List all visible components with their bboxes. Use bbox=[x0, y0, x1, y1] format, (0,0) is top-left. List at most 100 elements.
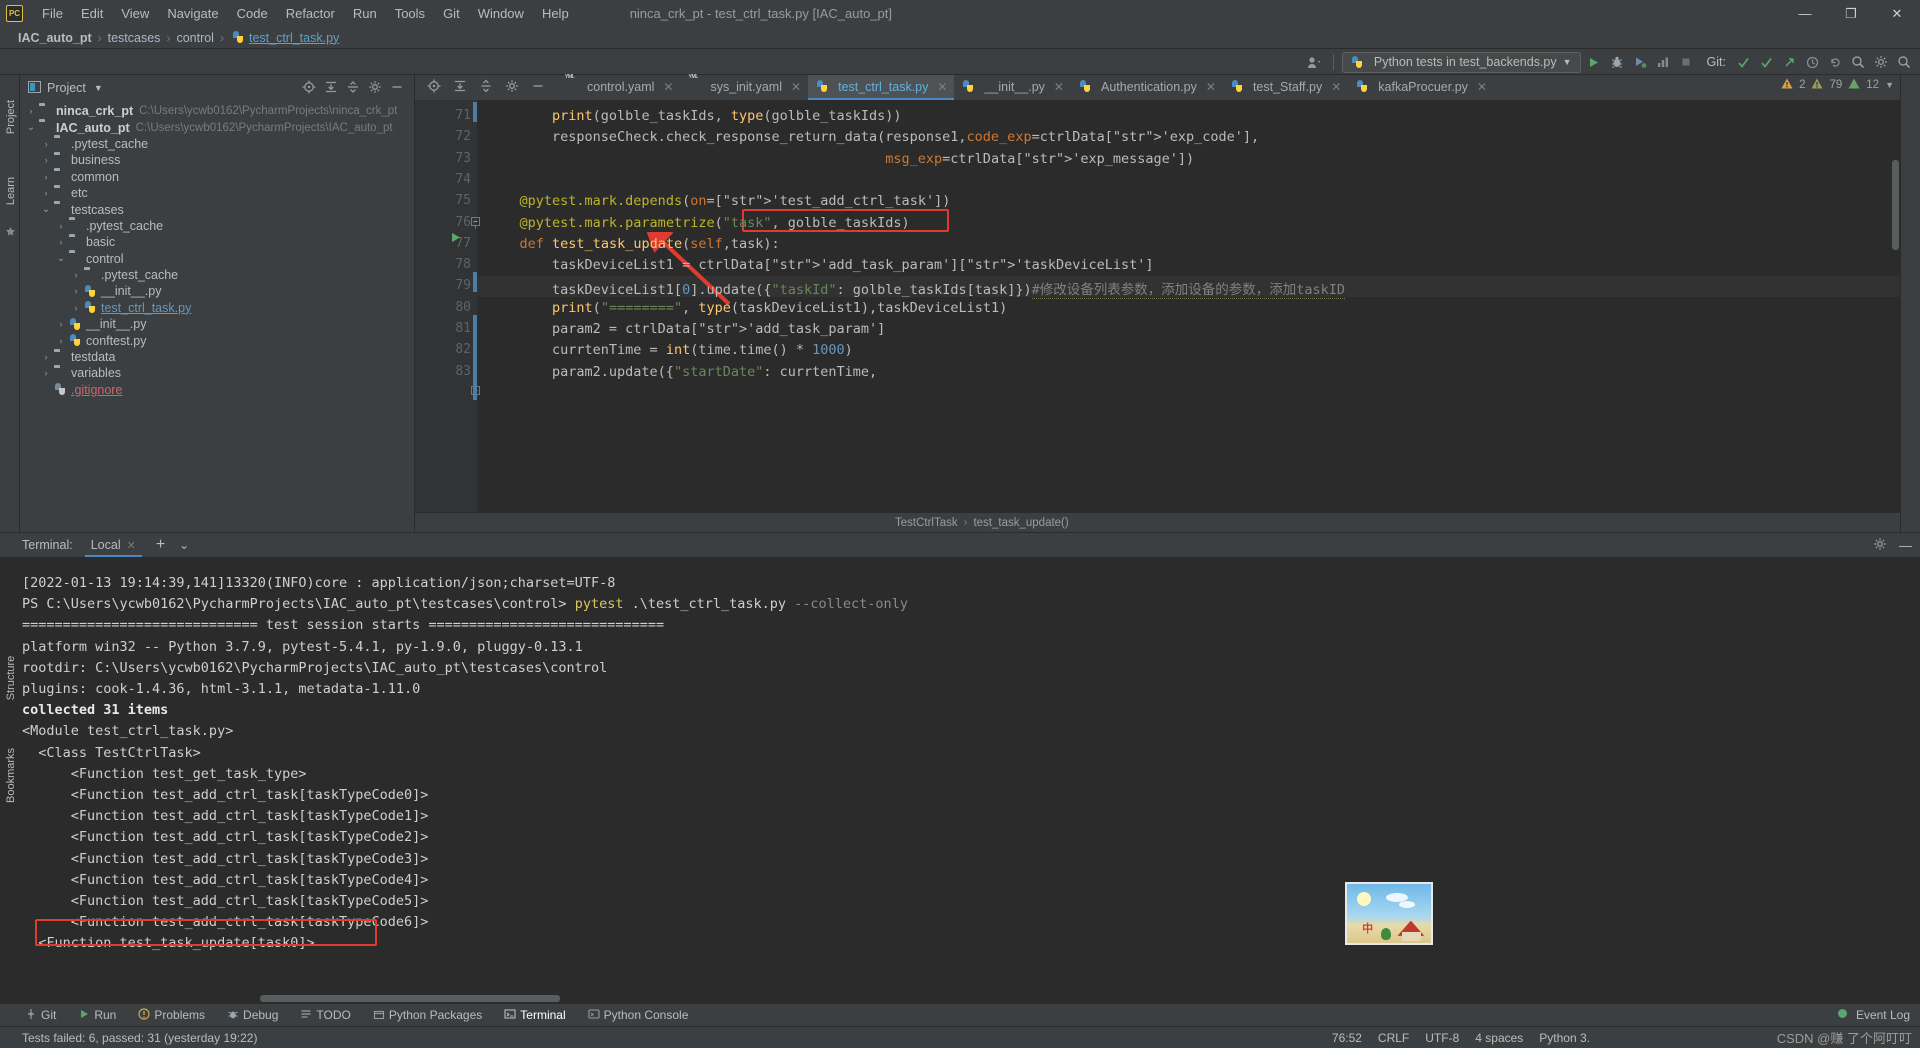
menu-item-view[interactable]: View bbox=[112, 3, 158, 24]
event-log-group[interactable]: Event Log bbox=[1837, 1008, 1910, 1022]
chevron-down-icon[interactable]: ⌄ bbox=[26, 122, 36, 133]
close-icon[interactable]: ✕ bbox=[1331, 80, 1341, 94]
close-icon[interactable]: ✕ bbox=[1054, 80, 1064, 94]
tree-item[interactable]: › testdata bbox=[20, 349, 414, 365]
inspection-widget[interactable]: 2 79 12 ▼ bbox=[1781, 78, 1894, 92]
search-icon[interactable] bbox=[1894, 52, 1914, 72]
editor-tab-authentication-py[interactable]: Authentication.py ✕ bbox=[1071, 75, 1223, 100]
chevron-down-icon[interactable]: ▼ bbox=[1563, 57, 1572, 67]
tree-item[interactable]: › business bbox=[20, 152, 414, 168]
rail-label-project[interactable]: Project bbox=[5, 90, 17, 144]
tree-item[interactable]: › ninca_crk_pt C:\Users\ycwb0162\PycharmPr… bbox=[20, 103, 414, 119]
breadcrumb-item-file[interactable]: test_ctrl_task.py bbox=[249, 31, 339, 45]
bottom-bar-python-packages[interactable]: Python Packages bbox=[370, 1008, 485, 1023]
breadcrumb-class[interactable]: TestCtrlTask bbox=[895, 517, 958, 529]
chevron-down-icon[interactable]: ⌄ bbox=[41, 204, 51, 215]
bottom-bar-problems[interactable]: Problems bbox=[135, 1007, 208, 1023]
tree-item[interactable]: › .pytest_cache bbox=[20, 136, 414, 152]
chevron-down-icon[interactable]: ⌄ bbox=[179, 538, 189, 552]
chevron-right-icon[interactable]: › bbox=[41, 172, 51, 182]
chevron-right-icon[interactable]: › bbox=[56, 221, 66, 231]
tree-item[interactable]: › .pytest_cache bbox=[20, 267, 414, 283]
bottom-bar-todo[interactable]: TODO bbox=[297, 1008, 353, 1023]
collapse-all-icon[interactable] bbox=[453, 79, 467, 96]
chevron-down-icon[interactable]: ⌄ bbox=[56, 253, 66, 264]
chevron-right-icon[interactable]: › bbox=[56, 237, 66, 247]
rail-label-structure[interactable]: Structure bbox=[5, 651, 17, 705]
run-configuration-selector[interactable]: Python tests in test_backends.py ▼ bbox=[1341, 51, 1581, 73]
code-line[interactable]: taskDeviceList1 = ctrlData["str">'add_ta… bbox=[487, 257, 1154, 273]
tree-item[interactable]: .gitignore bbox=[20, 382, 414, 398]
editor-tab-sys-init-yaml[interactable]: YML sys_init.yaml ✕ bbox=[680, 74, 808, 100]
gear-icon[interactable] bbox=[1873, 537, 1887, 554]
expand-icon[interactable] bbox=[346, 80, 360, 97]
chevron-right-icon[interactable]: › bbox=[56, 336, 66, 346]
close-icon[interactable]: ✕ bbox=[791, 80, 801, 94]
terminal-hscroll-thumb[interactable] bbox=[260, 995, 560, 1002]
terminal-tab-local[interactable]: Local ✕ bbox=[84, 533, 142, 557]
chevron-right-icon[interactable]: › bbox=[41, 139, 51, 149]
indent-setting[interactable]: 4 spaces bbox=[1475, 1031, 1523, 1045]
tree-item[interactable]: › basic bbox=[20, 234, 414, 250]
tree-item[interactable]: › __init__.py bbox=[20, 316, 414, 332]
tree-item[interactable]: › __init__.py bbox=[20, 283, 414, 299]
code-line[interactable]: @pytest.mark.depends(on=["str">'test_add… bbox=[487, 193, 951, 209]
chevron-right-icon[interactable]: › bbox=[71, 270, 81, 280]
chevron-down-icon[interactable]: ▼ bbox=[1885, 80, 1894, 90]
hide-icon[interactable] bbox=[531, 79, 545, 96]
code-line[interactable]: print(golble_taskIds, type(golble_taskId… bbox=[487, 108, 902, 124]
terminal-output[interactable]: 中 [2022-01-13 19:14:39,141]13320(INFO)co… bbox=[0, 557, 1920, 1004]
menu-item-run[interactable]: Run bbox=[344, 3, 386, 24]
menu-item-tools[interactable]: Tools bbox=[386, 3, 434, 24]
close-icon[interactable]: ✕ bbox=[663, 80, 673, 94]
chevron-right-icon[interactable]: › bbox=[41, 155, 51, 165]
tree-item[interactable]: › variables bbox=[20, 365, 414, 381]
close-button[interactable]: ✕ bbox=[1874, 0, 1920, 27]
breadcrumb-item-control[interactable]: control bbox=[176, 31, 214, 45]
search-everywhere-icon[interactable] bbox=[1848, 52, 1868, 72]
stop-icon[interactable] bbox=[1676, 52, 1696, 72]
code-line[interactable]: print("========", type(taskDeviceList1),… bbox=[487, 300, 1007, 316]
expand-all-icon[interactable] bbox=[479, 79, 493, 96]
close-icon[interactable]: ✕ bbox=[937, 80, 947, 94]
git-history-icon[interactable] bbox=[1802, 52, 1822, 72]
settings-icon[interactable] bbox=[368, 80, 382, 97]
breadcrumb-method[interactable]: test_task_update() bbox=[973, 517, 1068, 529]
tree-item[interactable]: › .pytest_cache bbox=[20, 218, 414, 234]
rail-label-learn[interactable]: Learn bbox=[5, 164, 17, 218]
close-icon[interactable]: ✕ bbox=[1477, 80, 1487, 94]
menu-item-help[interactable]: Help bbox=[533, 3, 578, 24]
code-line[interactable]: param2 = ctrlData["str">'add_task_param'… bbox=[487, 321, 885, 337]
add-terminal-icon[interactable]: + bbox=[156, 536, 165, 554]
git-revert-icon[interactable] bbox=[1825, 52, 1845, 72]
tree-item[interactable]: › test_ctrl_task.py bbox=[20, 300, 414, 316]
debug-icon[interactable] bbox=[1607, 52, 1627, 72]
menu-item-refactor[interactable]: Refactor bbox=[277, 3, 344, 24]
code-line[interactable]: @pytest.mark.parametrize("task", golble_… bbox=[487, 215, 910, 231]
bottom-bar-run[interactable]: Run bbox=[75, 1008, 119, 1023]
breadcrumb-item-project[interactable]: IAC_auto_pt bbox=[18, 31, 92, 45]
code-line[interactable]: msg_exp=ctrlData["str">'exp_message']) bbox=[487, 151, 1194, 167]
menu-item-navigate[interactable]: Navigate bbox=[158, 3, 227, 24]
locate-icon[interactable] bbox=[302, 80, 316, 97]
tree-item[interactable]: ⌄ control bbox=[20, 251, 414, 267]
menu-item-window[interactable]: Window bbox=[469, 3, 533, 24]
tree-item[interactable]: ⌄ testcases bbox=[20, 201, 414, 217]
editor-gutter[interactable]: 71 72 73 74 75 76 77 78 79 80 81 82 83 bbox=[415, 100, 480, 512]
python-interpreter[interactable]: Python 3. bbox=[1539, 1031, 1590, 1045]
git-push-icon[interactable] bbox=[1779, 52, 1799, 72]
menu-item-git[interactable]: Git bbox=[434, 3, 469, 24]
code-line[interactable]: responseCheck.check_response_return_data… bbox=[487, 129, 1259, 145]
rail-label-bookmarks[interactable]: Bookmarks bbox=[5, 748, 17, 803]
code-lines[interactable]: print(golble_taskIds, type(golble_taskId… bbox=[477, 100, 1900, 512]
chevron-right-icon[interactable]: › bbox=[56, 319, 66, 329]
locate-icon[interactable] bbox=[427, 79, 441, 96]
run-icon[interactable] bbox=[1584, 52, 1604, 72]
editor-tab-test-staff-py[interactable]: test_Staff.py ✕ bbox=[1223, 75, 1348, 100]
menu-item-code[interactable]: Code bbox=[228, 3, 277, 24]
editor-tab-kafkaprocuer-py[interactable]: kafkaProcuer.py ✕ bbox=[1348, 75, 1494, 100]
tree-item[interactable]: › common bbox=[20, 169, 414, 185]
hide-terminal-icon[interactable]: — bbox=[1899, 538, 1912, 553]
bottom-bar-git[interactable]: Git bbox=[22, 1008, 59, 1023]
menu-item-file[interactable]: File bbox=[33, 3, 72, 24]
